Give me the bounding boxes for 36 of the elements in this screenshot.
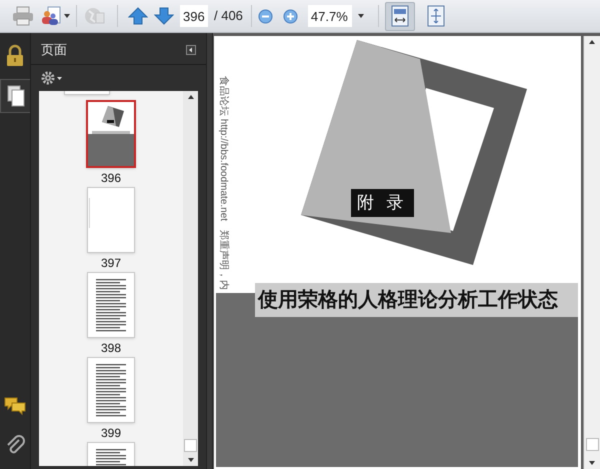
collapse-button[interactable] — [186, 44, 196, 54]
scroll-up-icon[interactable] — [188, 95, 194, 99]
page-number-label: 398 — [100, 341, 122, 355]
scroll-thumb[interactable] — [184, 439, 197, 452]
page-thumbnail[interactable] — [87, 187, 135, 253]
scroll-down-icon[interactable] — [589, 461, 595, 465]
page-thumbnail[interactable] — [87, 272, 135, 338]
page-number-label: 396 — [100, 171, 122, 185]
caret-icon[interactable] — [358, 14, 364, 18]
caret-icon[interactable] — [64, 14, 70, 18]
page-thumbnail[interactable] — [87, 357, 135, 423]
previous-page-icon[interactable] — [128, 7, 148, 25]
margin-note: 郑重声明，内 — [217, 230, 229, 290]
margin-note: 食品论坛 http://bbs.foodmate.net — [217, 76, 229, 222]
gear-icon[interactable] — [41, 71, 55, 85]
caret-icon[interactable] — [57, 76, 62, 80]
scroll-down-icon[interactable] — [188, 458, 194, 462]
chapter-title: 使用荣格的人格理论分析工作状态 — [255, 283, 578, 317]
scrollbar[interactable] — [183, 91, 198, 466]
fit-width-button[interactable] — [384, 2, 415, 30]
scroll-up-icon[interactable] — [589, 40, 595, 44]
pages-tab[interactable] — [0, 79, 31, 113]
panel-title: 页面 — [41, 40, 67, 59]
page-number-field[interactable]: 396 — [180, 5, 208, 27]
appendix-label: 附 录 — [351, 189, 414, 216]
next-page-icon[interactable] — [154, 7, 174, 25]
page-thumbnail[interactable] — [86, 100, 136, 168]
zoom-out-icon[interactable] — [258, 8, 273, 24]
scrollbar[interactable] — [583, 36, 600, 469]
zoom-field[interactable]: 47.7% — [308, 5, 352, 27]
zoom-in-icon[interactable] — [282, 8, 298, 24]
page-number-label: 399 — [100, 426, 122, 440]
document-people-icon[interactable] — [40, 5, 62, 27]
page-count: / 406 — [214, 7, 243, 26]
scroll-thumb[interactable] — [586, 438, 598, 451]
page-number-label: 397 — [100, 256, 122, 270]
